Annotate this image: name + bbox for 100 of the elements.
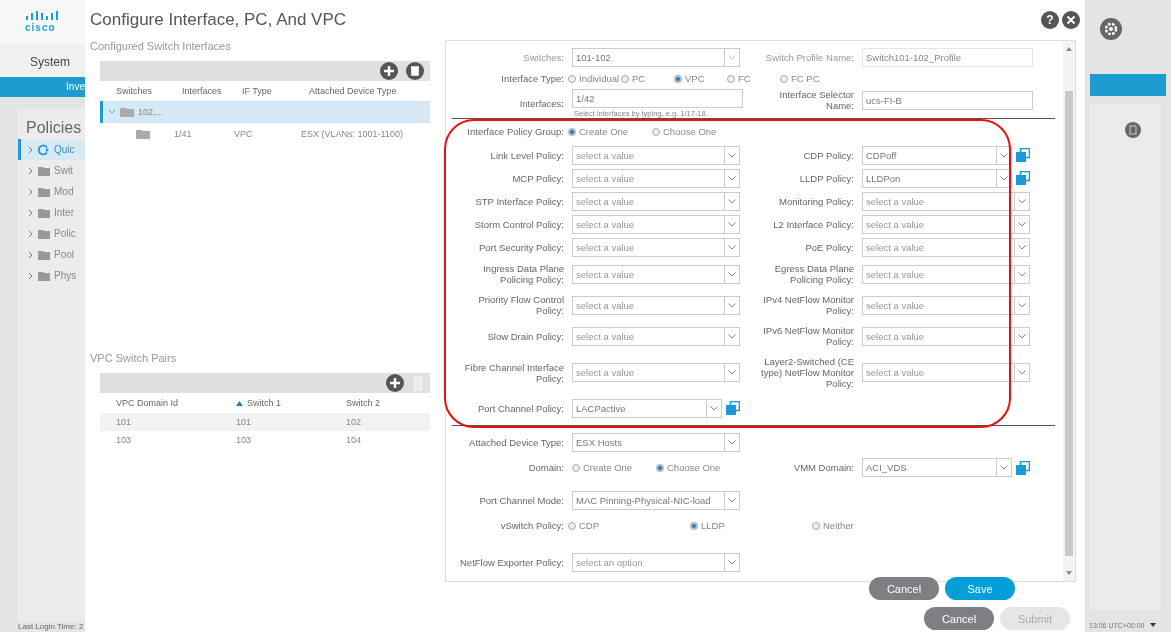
folder-icon [38,228,50,239]
dropdown-field[interactable]: select a value [862,295,1030,315]
nav-tab[interactable]: Inve [0,77,85,97]
table-row[interactable]: 103 103 104 [100,431,430,449]
radio-option[interactable]: Create One [572,462,656,473]
column-header[interactable]: Interfaces [182,86,242,96]
dropdown-field[interactable]: select a value [572,326,740,346]
dropdown-field[interactable]: ESX Hosts [572,433,740,452]
gear-icon[interactable] [1100,18,1122,40]
dropdown-field[interactable]: LACPactive [572,398,722,418]
column-header[interactable]: IF Type [242,86,309,96]
dropdown-field[interactable]: select a value [572,264,740,284]
field-label: VMM Domain: [792,462,854,473]
dropdown-field[interactable]: select a value [572,363,740,382]
tree-item[interactable]: Mod [18,181,85,202]
tree-item[interactable]: Inter [18,202,85,223]
radio-option[interactable]: PC [621,73,674,84]
tree-item[interactable]: Quic [18,139,85,160]
field-label: Link Level Policy: [489,149,564,161]
text-field[interactable]: 1/42 [572,89,743,108]
dropdown-field[interactable]: 101-102 [572,48,740,67]
dropdown-field[interactable]: select a value [862,214,1030,234]
dropdown-field[interactable]: select a value [862,363,1030,382]
dropdown-field[interactable]: CDPoff [862,145,1012,165]
table-row[interactable]: 101 101 102 [100,413,430,431]
folder-icon [38,165,50,176]
radio-option[interactable]: FC PC [780,73,833,84]
field-label: Fibre Channel Interface Policy: [463,361,564,384]
copy-icon[interactable] [1016,171,1030,185]
field-label: Port Channel Policy: [476,402,564,414]
document-icon[interactable] [1125,122,1141,138]
field-label: Port Security Policy: [478,241,564,253]
radio-option[interactable]: Neither [812,520,934,531]
field-label: Port Channel Mode: [478,495,564,506]
table-cell-text: 102 [346,417,363,427]
help-button[interactable]: ? [1041,11,1059,29]
radio-option[interactable]: LLDP [690,520,812,531]
table-cell-text: ESX (VLANs: 1001-1100) [301,129,404,139]
chevron-down-icon [728,152,736,158]
tree-item[interactable]: Pool [18,244,85,265]
dropdown-field[interactable]: select an option [572,553,740,572]
dropdown-field[interactable]: select a value [862,191,1030,211]
tree-item[interactable]: Polic [18,223,85,244]
field-label: Egress Data Plane Policing Policy: [773,263,854,285]
section-title: VPC Switch Pairs [90,351,178,366]
radio-option[interactable]: FC [727,73,780,84]
radio-option[interactable]: CDP [568,520,690,531]
add-icon[interactable] [386,374,404,392]
radio-option[interactable]: Choose One [652,126,736,137]
field-label: Attached Device Type: [468,437,564,448]
caret-down-icon[interactable] [1150,623,1157,627]
section-title: Configured Switch Interfaces [90,40,232,54]
text-field[interactable]: ucs-FI-B [862,90,1033,110]
copy-icon[interactable] [1016,148,1030,162]
radio-option[interactable]: VPC [674,73,727,84]
dropdown-field[interactable]: select a value [572,237,740,257]
nav-title[interactable]: System [0,44,85,77]
table-row[interactable]: 102,... [100,101,430,123]
field-label: Monitoring Policy: [778,195,854,207]
dropdown-field[interactable]: select a value [572,295,740,315]
chevron-down-icon [728,55,736,60]
copy-icon[interactable] [1016,460,1030,475]
column-header[interactable]: Switch 1 [236,398,346,408]
text-field[interactable]: Switch101-102_Profile [862,48,1033,67]
field-label: MCP Policy: [511,172,564,184]
radio-option[interactable]: Create One [568,126,652,137]
column-header[interactable]: Switches [116,86,182,96]
dropdown-field[interactable]: MAC Pinning-Physical-NIC-load [572,491,740,510]
dropdown-field[interactable]: LLDPon [862,168,1012,188]
dropdown-field[interactable]: select a value [572,168,740,188]
save-button[interactable]: Save [945,577,1015,600]
chevron-down-icon [1018,221,1026,227]
column-header[interactable]: VPC Domain Id [116,398,236,408]
dropdown-field[interactable]: select a value [862,237,1030,257]
copy-icon[interactable] [726,401,740,415]
chevron-right-icon [28,187,34,196]
chevron-down-icon [728,370,736,375]
add-icon[interactable] [380,62,398,80]
chevron-down-icon [710,405,718,411]
field-label: L2 Interface Policy: [772,218,854,230]
close-icon[interactable] [1062,11,1080,29]
column-header[interactable]: Switch 2 [346,398,430,408]
radio-option[interactable]: Choose One [656,462,740,473]
tree-item[interactable]: Swit [18,160,85,181]
field-label: NetFlow Exporter Policy: [459,557,564,568]
dropdown-field[interactable]: select a value [862,326,1030,346]
dropdown-field[interactable]: ACI_VDS [862,458,1012,477]
chevron-right-icon [28,145,34,154]
dropdown-field[interactable]: select a value [572,214,740,234]
field-label: Domain: [527,462,564,473]
column-header[interactable]: Attached Device Type [309,86,430,96]
radio-option[interactable]: Individual [568,73,621,84]
tree-item[interactable]: Phys [18,265,85,286]
cancel-button[interactable]: Cancel [869,577,939,600]
scrollbar[interactable] [1063,41,1075,581]
cancel-button[interactable]: Cancel [924,607,994,630]
field-label: Interface Policy Group: [466,126,564,137]
dropdown-field[interactable]: select a value [572,191,740,211]
dropdown-field[interactable]: select a value [572,145,740,165]
dropdown-field[interactable]: select a value [862,264,1030,284]
